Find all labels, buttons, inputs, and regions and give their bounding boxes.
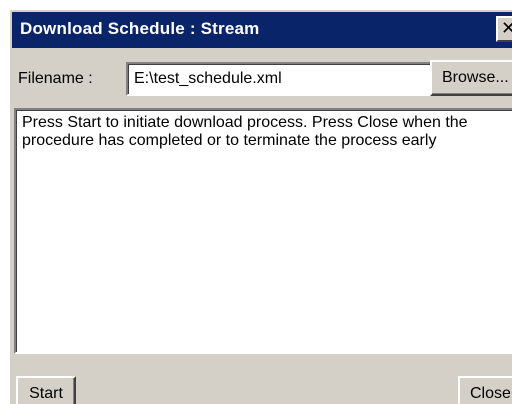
browse-button[interactable]: Browse...	[430, 60, 512, 96]
status-log-text: Press Start to initiate download process…	[22, 114, 468, 149]
close-button[interactable]: Close	[458, 376, 512, 404]
filename-label: Filename :	[18, 70, 93, 87]
start-button[interactable]: Start	[16, 376, 76, 404]
status-log[interactable]: Press Start to initiate download process…	[14, 108, 512, 354]
filename-input[interactable]: E:\test_schedule.xml	[126, 62, 432, 96]
close-icon: ✕	[501, 18, 512, 38]
title-bar[interactable]: Download Schedule : Stream ✕	[12, 12, 512, 48]
download-schedule-dialog: Download Schedule : Stream ✕ Filename : …	[8, 8, 512, 404]
window-title: Download Schedule : Stream	[20, 19, 260, 38]
close-window-button[interactable]: ✕	[496, 16, 512, 42]
